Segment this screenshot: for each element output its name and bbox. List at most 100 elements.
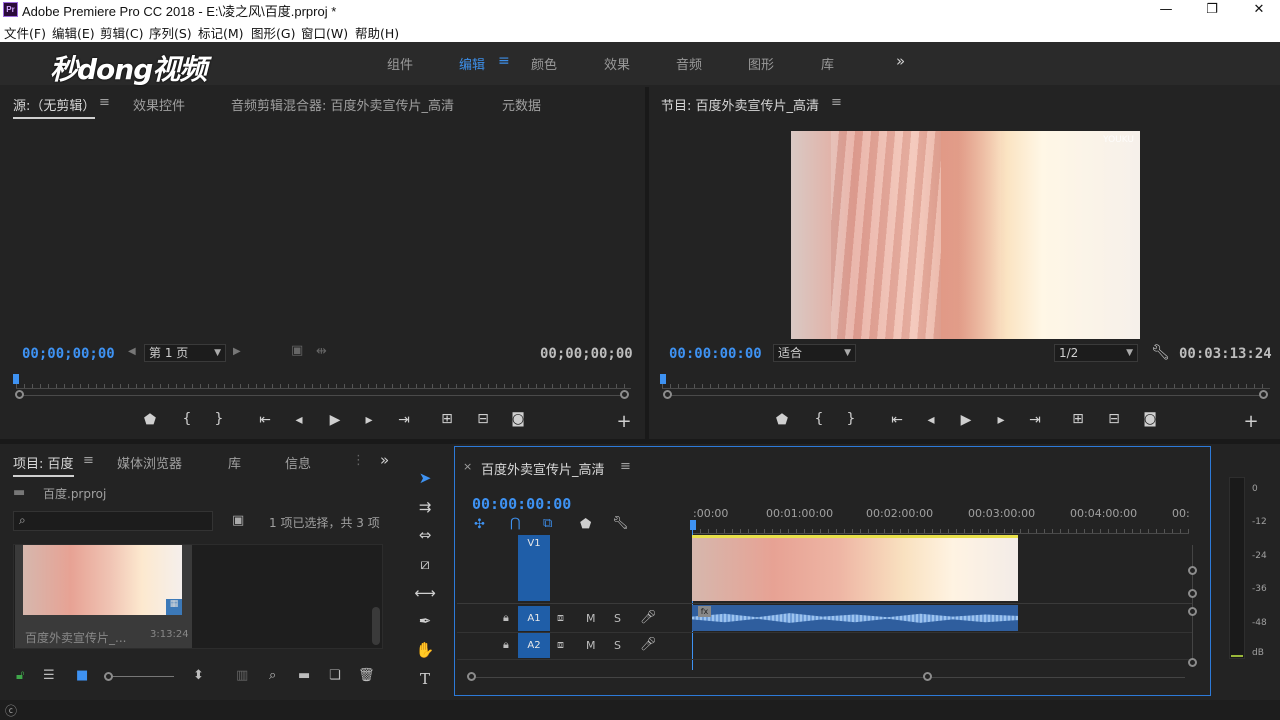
track-select-tool-icon[interactable]: ⇉	[414, 496, 436, 518]
sort-icon[interactable]: ⬍	[193, 668, 204, 683]
sequence-tab[interactable]: 百度外卖宣传片_高清	[481, 459, 605, 478]
new-item-icon[interactable]: ❏	[329, 668, 341, 683]
insert-icon[interactable]: ⊞	[437, 411, 457, 427]
play-icon[interactable]: ▶	[325, 412, 345, 428]
source-zoom-handle-left[interactable]	[15, 390, 24, 399]
program-zoom-bar[interactable]	[668, 395, 1265, 396]
go-to-out-icon[interactable]: ⇥	[1025, 412, 1045, 428]
source-panel-menu-icon[interactable]: ≡	[99, 95, 110, 110]
hand-tool-icon[interactable]: ✋	[414, 639, 436, 661]
sync-lock-icon[interactable]: ⧈	[557, 638, 564, 652]
timeline-horizontal-scroll[interactable]	[473, 677, 1185, 678]
program-video-frame[interactable]: YOUKU	[791, 131, 1140, 339]
minimize-button[interactable]: —	[1143, 0, 1189, 20]
timeline-playhead[interactable]	[690, 520, 696, 530]
extract-icon[interactable]: ⊟	[1104, 411, 1124, 427]
ripple-edit-tool-icon[interactable]: ⇔	[414, 524, 436, 546]
audio-clip[interactable]: fx	[692, 605, 1018, 631]
close-sequence-icon[interactable]: ×	[463, 460, 472, 473]
new-search-bin-icon[interactable]: ▣	[232, 513, 244, 528]
next-page-icon[interactable]: ▶	[233, 346, 241, 357]
type-tool-icon[interactable]: T	[414, 668, 436, 690]
zoom-slider-handle[interactable]	[104, 672, 113, 681]
tab-audio-clip-mixer[interactable]: 音频剪辑混合器: 百度外卖宣传片_高清	[231, 95, 454, 114]
track-a1-label[interactable]: A1	[518, 606, 550, 631]
add-button-icon[interactable]: +	[614, 411, 634, 432]
creative-cloud-icon[interactable]: ⓒ	[5, 702, 17, 719]
vertical-scroll-handle[interactable]	[1188, 589, 1197, 598]
menu-clip[interactable]: 剪辑(C)	[100, 23, 143, 42]
lift-icon[interactable]: ⊞	[1068, 411, 1088, 427]
resolution-select[interactable]: 1/2 ▼	[1054, 344, 1138, 362]
menu-sequence[interactable]: 序列(S)	[149, 23, 192, 42]
snap-nest-icon[interactable]: ✣	[474, 517, 485, 532]
tab-media-browser[interactable]: 媒体浏览器	[117, 453, 182, 472]
source-zoom-handle-right[interactable]	[620, 390, 629, 399]
tab-source[interactable]: 源:（无剪辑）	[13, 95, 96, 119]
snap-magnet-icon[interactable]: ⋂	[510, 516, 521, 531]
source-zoom-bar[interactable]	[20, 395, 625, 396]
program-zoom-handle-left[interactable]	[663, 390, 672, 399]
go-to-in-icon[interactable]: ⇤	[887, 412, 907, 428]
sync-lock-icon[interactable]: ⧈	[557, 611, 564, 625]
camera-icon[interactable]: ◙	[1140, 411, 1160, 427]
mark-in-icon[interactable]: {	[809, 411, 829, 427]
search-field[interactable]: ⌕	[13, 511, 213, 531]
panel-grip-icon[interactable]: ⋮	[352, 453, 365, 468]
project-panel-menu-icon[interactable]: ≡	[83, 453, 94, 468]
mark-out-icon[interactable]: }	[841, 411, 861, 427]
timeline-ruler[interactable]	[692, 520, 1189, 534]
track-a2-label[interactable]: A2	[518, 633, 550, 658]
project-scrollbar[interactable]	[372, 607, 380, 645]
timeline-settings-wrench-icon[interactable]: 🔧︎	[612, 516, 629, 531]
source-timecode-in[interactable]: 00;00;00;00	[22, 346, 115, 362]
step-forward-icon[interactable]: ▸	[991, 412, 1011, 428]
mute-a1-button[interactable]: M	[586, 612, 596, 625]
step-back-icon[interactable]: ◂	[921, 412, 941, 428]
menu-graphics[interactable]: 图形(G)	[251, 23, 295, 42]
timeline-menu-icon[interactable]: ≡	[620, 459, 631, 474]
program-playhead[interactable]	[660, 374, 666, 384]
step-back-icon[interactable]: ◂	[289, 412, 309, 428]
go-to-out-icon[interactable]: ⇥	[394, 412, 414, 428]
voiceover-mic-icon[interactable]: 🎤︎	[640, 637, 657, 652]
selection-tool-icon[interactable]: ➤	[414, 467, 436, 489]
workspace-tab-libraries[interactable]: 库	[821, 54, 834, 73]
find-icon[interactable]: ⌕	[269, 668, 276, 683]
mute-a2-button[interactable]: M	[586, 639, 596, 652]
camera-icon[interactable]: ◙	[508, 411, 528, 427]
tab-info[interactable]: 信息	[285, 453, 311, 472]
timeline-scroll-handle-left[interactable]	[467, 672, 476, 681]
workspace-overflow-icon[interactable]: »	[896, 52, 905, 70]
step-forward-icon[interactable]: ▸	[359, 412, 379, 428]
go-to-in-icon[interactable]: ⇤	[255, 412, 275, 428]
tab-metadata[interactable]: 元数据	[502, 95, 541, 114]
workspace-tab-color[interactable]: 颜色	[531, 54, 557, 73]
lock-track-icon[interactable]: 🔒︎	[503, 611, 509, 625]
workspace-tab-effects[interactable]: 效果	[604, 54, 630, 73]
vertical-scroll-handle[interactable]	[1188, 658, 1197, 667]
panel-overflow-icon[interactable]: »	[380, 451, 389, 469]
pen-tool-icon[interactable]: ✒	[414, 610, 436, 632]
vertical-scroll-handle[interactable]	[1188, 566, 1197, 575]
workspace-tab-audio[interactable]: 音频	[676, 54, 702, 73]
wrench-icon[interactable]: 🔧︎	[1151, 343, 1170, 361]
vertical-scroll-handle[interactable]	[1188, 607, 1197, 616]
tab-libraries[interactable]: 库	[228, 453, 241, 472]
program-panel-menu-icon[interactable]: ≡	[831, 95, 842, 110]
program-time-ruler[interactable]	[662, 375, 1270, 389]
add-marker-icon[interactable]: ⬟	[772, 412, 792, 428]
workspace-tab-graphics[interactable]: 图形	[748, 54, 774, 73]
search-input[interactable]	[36, 512, 206, 530]
play-icon[interactable]: ▶	[956, 412, 976, 428]
tab-project[interactable]: 项目: 百度	[13, 453, 74, 477]
razor-tool-icon[interactable]: ⧄	[414, 553, 436, 575]
mark-out-icon[interactable]: }	[209, 411, 229, 427]
program-panel-title[interactable]: 节目: 百度外卖宣传片_高清	[661, 95, 819, 114]
mark-in-icon[interactable]: {	[177, 411, 197, 427]
overwrite-icon[interactable]: ⊟	[473, 411, 493, 427]
solo-a1-button[interactable]: S	[614, 612, 621, 625]
trash-icon[interactable]: 🗑︎	[358, 668, 375, 683]
video-clip[interactable]	[692, 535, 1018, 601]
icon-view-icon[interactable]: ■	[76, 668, 88, 683]
